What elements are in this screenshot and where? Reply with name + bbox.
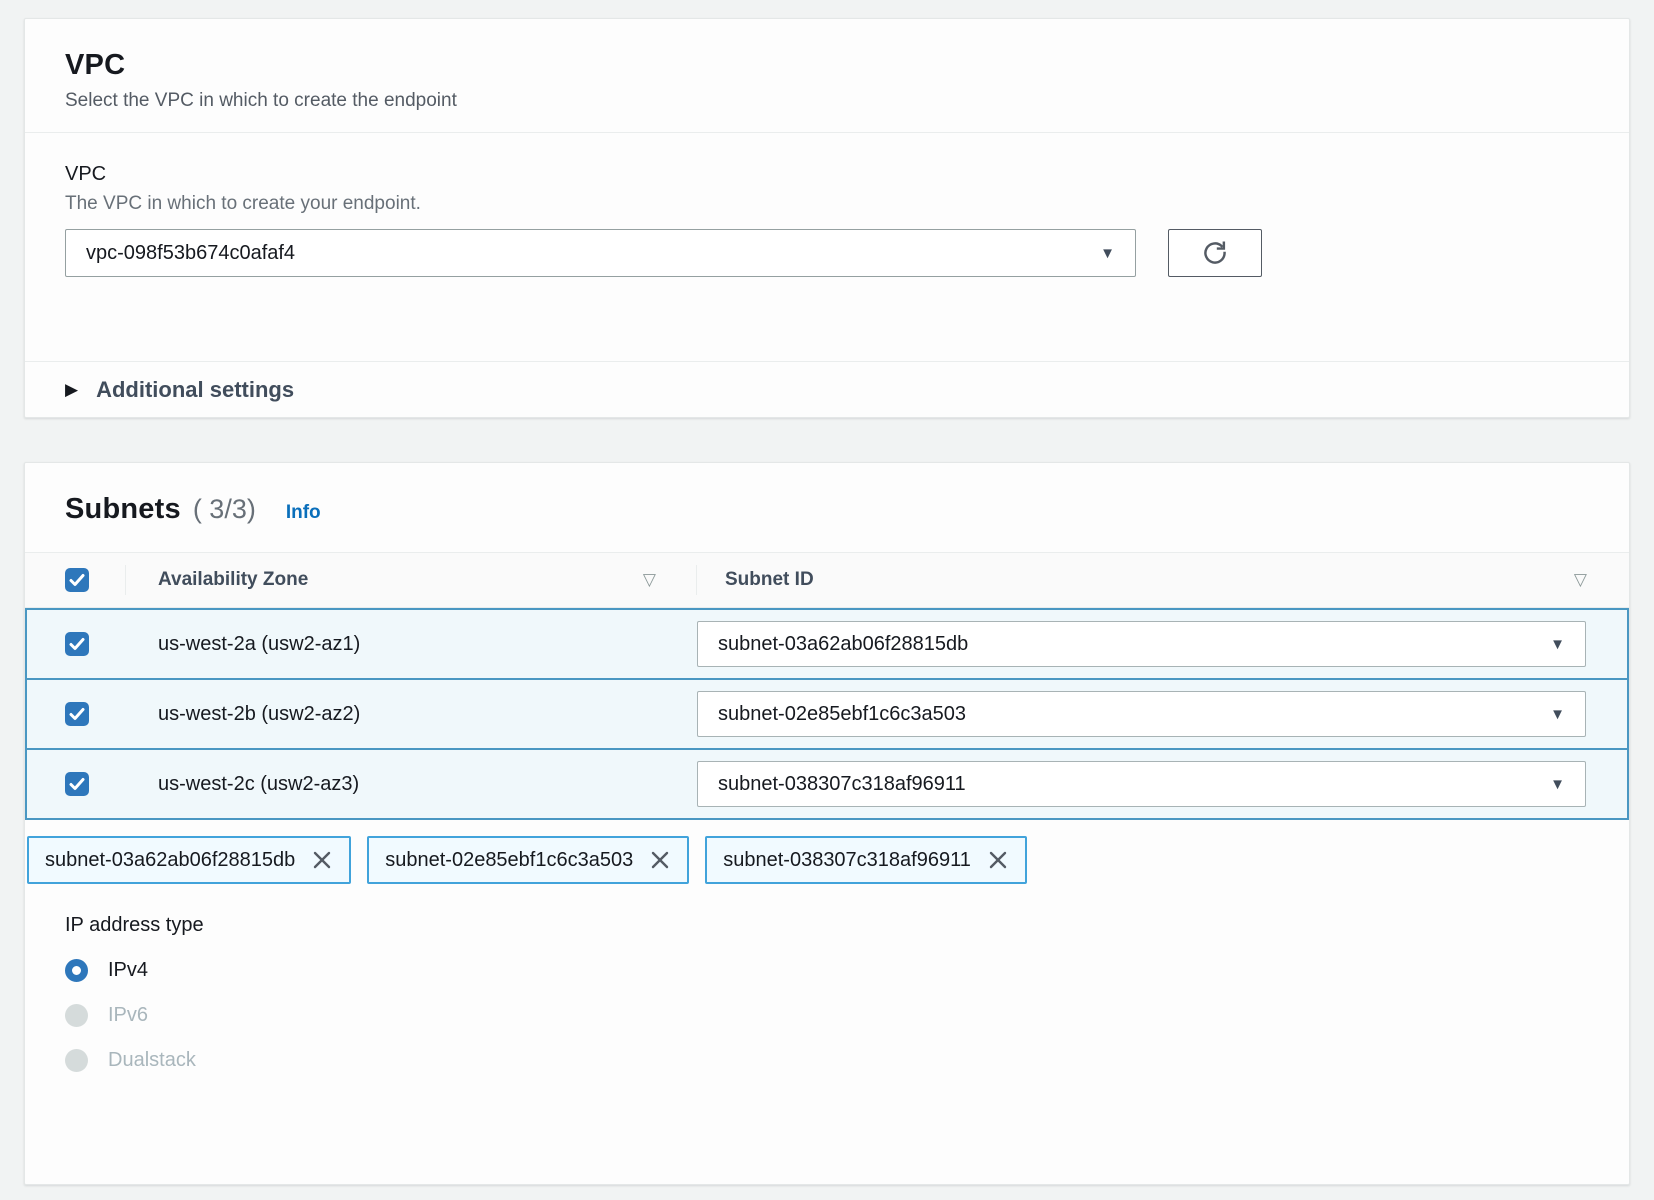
vpc-section-subtitle: Select the VPC in which to create the en… [65, 90, 1589, 112]
subnet-tag: subnet-02e85ebf1c6c3a503 [367, 836, 689, 884]
expander-triangle-icon: ▶ [65, 380, 78, 400]
availability-zone-value: us-west-2c (usw2-az3) [127, 773, 359, 795]
radio-disabled-icon [65, 1049, 88, 1072]
radio-disabled-icon [65, 1004, 88, 1027]
radio-dualstack-label: Dualstack [108, 1049, 196, 1072]
chevron-down-icon: ▼ [1550, 777, 1565, 792]
check-icon [69, 573, 85, 587]
table-row: us-west-2c (usw2-az3) subnet-038307c318a… [25, 748, 1629, 820]
select-all-checkbox[interactable] [65, 568, 89, 592]
subnet-tag: subnet-03a62ab06f28815db [27, 836, 351, 884]
vpc-field-description: The VPC in which to create your endpoint… [65, 193, 1589, 215]
availability-zone-value: us-west-2b (usw2-az2) [127, 703, 360, 725]
refresh-button[interactable] [1168, 229, 1262, 277]
sort-icon[interactable]: ▽ [1574, 570, 1587, 590]
vpc-field-area: VPC The VPC in which to create your endp… [25, 133, 1629, 277]
radio-dualstack: Dualstack [65, 1049, 1629, 1072]
subnets-section: Subnets ( 3/3) Info Availability Zone ▽ … [24, 462, 1630, 1185]
check-icon [69, 777, 85, 791]
vpc-section-header: VPC Select the VPC in which to create th… [25, 19, 1629, 132]
additional-settings-expander[interactable]: ▶ Additional settings [25, 361, 1629, 417]
subnet-id-column-header: Subnet ID [725, 569, 814, 591]
subnets-section-title: Subnets [65, 493, 181, 526]
table-row: us-west-2b (usw2-az2) subnet-02e85ebf1c6… [25, 678, 1629, 750]
vpc-section: VPC Select the VPC in which to create th… [24, 18, 1630, 418]
refresh-icon [1201, 239, 1229, 267]
subnet-tag-label: subnet-02e85ebf1c6c3a503 [385, 849, 633, 872]
chevron-down-icon: ▼ [1550, 637, 1565, 652]
subnet-select-value: subnet-03a62ab06f28815db [718, 633, 968, 656]
subnets-count: ( 3/3) [193, 494, 256, 525]
vpc-section-title: VPC [65, 49, 1589, 82]
subnet-select-value: subnet-02e85ebf1c6c3a503 [718, 703, 966, 726]
remove-tag-icon[interactable] [987, 849, 1009, 871]
check-icon [69, 637, 85, 651]
availability-zone-column-header: Availability Zone [158, 569, 308, 591]
row-checkbox[interactable] [65, 632, 89, 656]
vpc-field-label: VPC [65, 163, 1589, 186]
selected-subnet-tags: subnet-03a62ab06f28815db subnet-02e85ebf… [27, 836, 1629, 884]
subnet-tag-label: subnet-038307c318af96911 [723, 849, 971, 872]
subnet-tag: subnet-038307c318af96911 [705, 836, 1027, 884]
subnets-table-header: Availability Zone ▽ Subnet ID ▽ [25, 552, 1629, 608]
additional-settings-label: Additional settings [96, 377, 294, 403]
subnet-tag-label: subnet-03a62ab06f28815db [45, 849, 295, 872]
subnet-select[interactable]: subnet-03a62ab06f28815db ▼ [697, 621, 1586, 667]
radio-ipv4-label: IPv4 [108, 959, 148, 982]
vpc-select[interactable]: vpc-098f53b674c0afaf4 ▼ [65, 229, 1136, 277]
subnet-select[interactable]: subnet-038307c318af96911 ▼ [697, 761, 1586, 807]
availability-zone-value: us-west-2a (usw2-az1) [127, 633, 360, 655]
info-link[interactable]: Info [286, 502, 321, 524]
radio-selected-icon [65, 959, 88, 982]
sort-icon[interactable]: ▽ [643, 570, 696, 590]
remove-tag-icon[interactable] [311, 849, 333, 871]
radio-ipv4[interactable]: IPv4 [65, 959, 1629, 982]
subnet-select[interactable]: subnet-02e85ebf1c6c3a503 ▼ [697, 691, 1586, 737]
subnet-select-value: subnet-038307c318af96911 [718, 773, 966, 796]
chevron-down-icon: ▼ [1550, 707, 1565, 722]
subnets-section-header: Subnets ( 3/3) Info [25, 463, 1629, 552]
chevron-down-icon: ▼ [1100, 246, 1115, 261]
check-icon [69, 707, 85, 721]
row-checkbox[interactable] [65, 702, 89, 726]
radio-ipv6-label: IPv6 [108, 1004, 148, 1027]
remove-tag-icon[interactable] [649, 849, 671, 871]
vpc-select-value: vpc-098f53b674c0afaf4 [86, 242, 295, 265]
ip-address-type-group: IP address type IPv4 IPv6 Dualstack [65, 914, 1629, 1072]
ip-address-type-label: IP address type [65, 914, 1629, 937]
radio-ipv6: IPv6 [65, 1004, 1629, 1027]
row-checkbox[interactable] [65, 772, 89, 796]
table-row: us-west-2a (usw2-az1) subnet-03a62ab06f2… [25, 608, 1629, 680]
